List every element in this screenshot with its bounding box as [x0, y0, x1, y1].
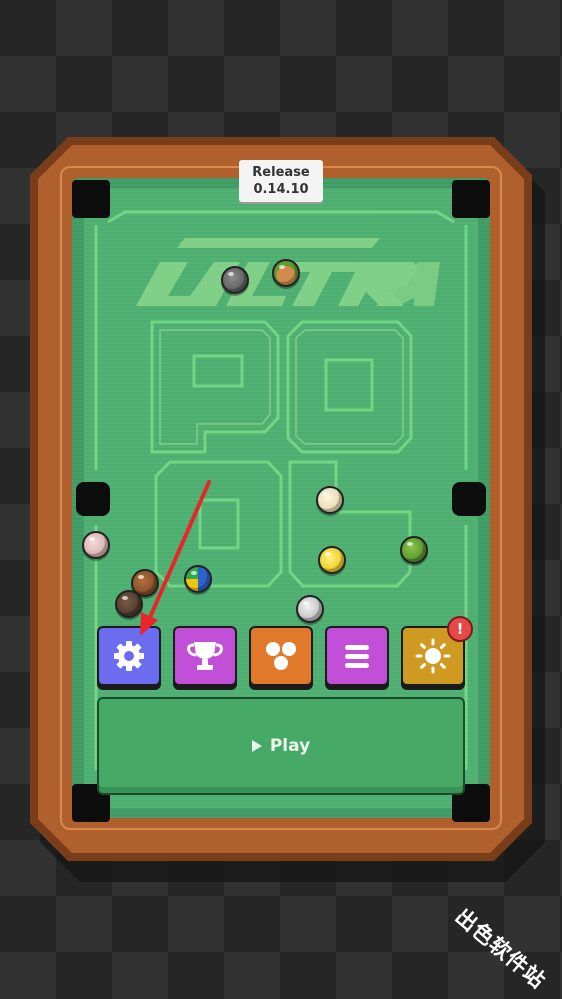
annotation-arrow [140, 480, 211, 636]
